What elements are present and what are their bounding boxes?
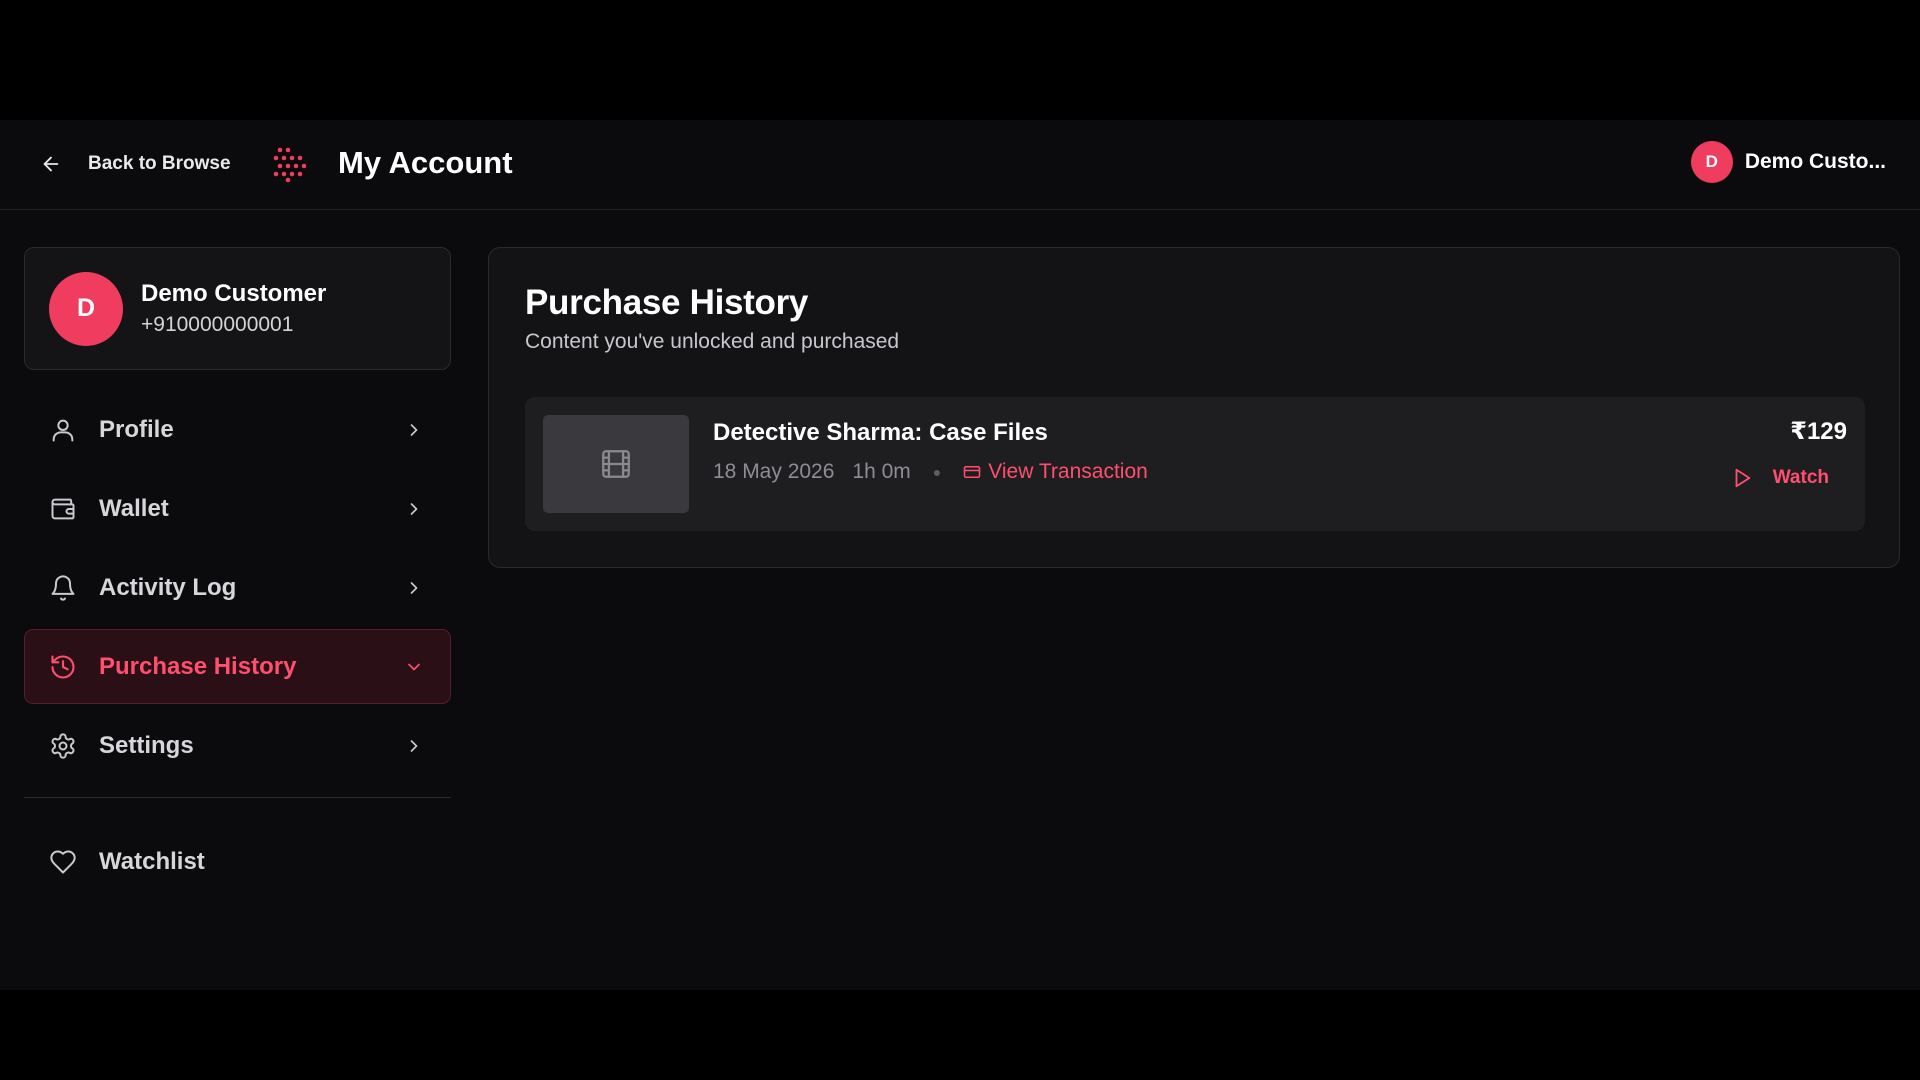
back-to-browse-button[interactable]: Back to Browse — [40, 144, 231, 184]
purchase-duration: 1h 0m — [852, 460, 911, 483]
section-title: Purchase History — [525, 283, 809, 322]
chevron-right-icon — [410, 739, 418, 752]
history-icon — [51, 654, 75, 679]
sidebar-item-profile[interactable]: Profile — [24, 392, 451, 467]
page-title: My Account — [338, 145, 513, 180]
sidebar-divider — [24, 797, 451, 798]
view-transaction-link[interactable]: View Transaction — [963, 460, 1148, 484]
section-subtitle: Content you've unlocked and purchased — [525, 330, 900, 353]
sidebar-item-label: Activity Log — [99, 573, 237, 601]
sidebar-item-label: Profile — [99, 415, 174, 443]
purchase-item[interactable]: Detective Sharma: Case Files 18 May 2026… — [525, 397, 1865, 531]
chevron-down-icon — [408, 663, 420, 670]
back-to-browse-label: Back to Browse — [88, 153, 231, 174]
sidebar-item-wallet[interactable]: Wallet — [24, 471, 451, 546]
user-menu[interactable]: D Demo Custo... — [1690, 140, 1886, 184]
profile-name: Demo Customer — [141, 279, 327, 307]
purchase-date: 18 May 2026 — [713, 460, 835, 483]
sidebar-item-watchlist[interactable]: Watchlist — [24, 824, 451, 899]
separator-dot: ● — [932, 464, 942, 480]
chevron-right-icon — [410, 423, 418, 436]
sidebar-item-settings[interactable]: Settings — [24, 708, 451, 783]
arrow-left-icon — [43, 156, 59, 172]
profile-phone: +910000000001 — [141, 312, 294, 336]
sidebar: D Demo Customer +910000000001 Profile Wa… — [24, 247, 451, 903]
watch-button[interactable]: Watch — [1731, 467, 1829, 489]
sidebar-item-purchase-history[interactable]: Purchase History — [24, 629, 451, 704]
sidebar-item-activity-log[interactable]: Activity Log — [24, 550, 451, 625]
profile-card: D Demo Customer +910000000001 — [24, 247, 451, 370]
purchase-price: ₹129 — [1790, 418, 1847, 445]
user-icon — [52, 419, 74, 441]
profile-avatar: D — [49, 271, 123, 346]
sidebar-item-label: Settings — [99, 731, 194, 759]
purchase-meta: 18 May 2026 1h 0m ● View Transaction — [713, 457, 1148, 487]
app-window: Back to Browse My Account D Demo Custo..… — [0, 120, 1920, 990]
watch-label: Watch — [1772, 467, 1829, 488]
credit-card-icon — [964, 466, 981, 478]
heart-icon — [50, 850, 76, 873]
sidebar-item-label: Watchlist — [99, 847, 205, 875]
play-icon — [1735, 468, 1750, 488]
avatar: D — [1690, 141, 1733, 183]
wallet-icon — [51, 498, 75, 519]
bell-icon — [51, 574, 75, 601]
chevron-right-icon — [410, 502, 418, 515]
user-name: Demo Custo... — [1744, 150, 1886, 173]
purchase-history-panel: Purchase History Content you've unlocked… — [488, 247, 1900, 568]
view-transaction-label: View Transaction — [988, 460, 1148, 483]
thumbnail — [543, 415, 689, 513]
chevron-right-icon — [410, 581, 418, 594]
film-icon — [602, 450, 630, 478]
sidebar-item-label: Purchase History — [99, 652, 297, 680]
sidebar-nav: Profile Wallet Activity Log Purchase His… — [24, 392, 451, 899]
gear-icon — [51, 732, 75, 759]
sidebar-item-label: Wallet — [99, 494, 169, 522]
purchase-title: Detective Sharma: Case Files — [713, 419, 1048, 446]
top-header: Back to Browse My Account D Demo Custo..… — [0, 120, 1920, 210]
logo-icon — [273, 147, 307, 183]
